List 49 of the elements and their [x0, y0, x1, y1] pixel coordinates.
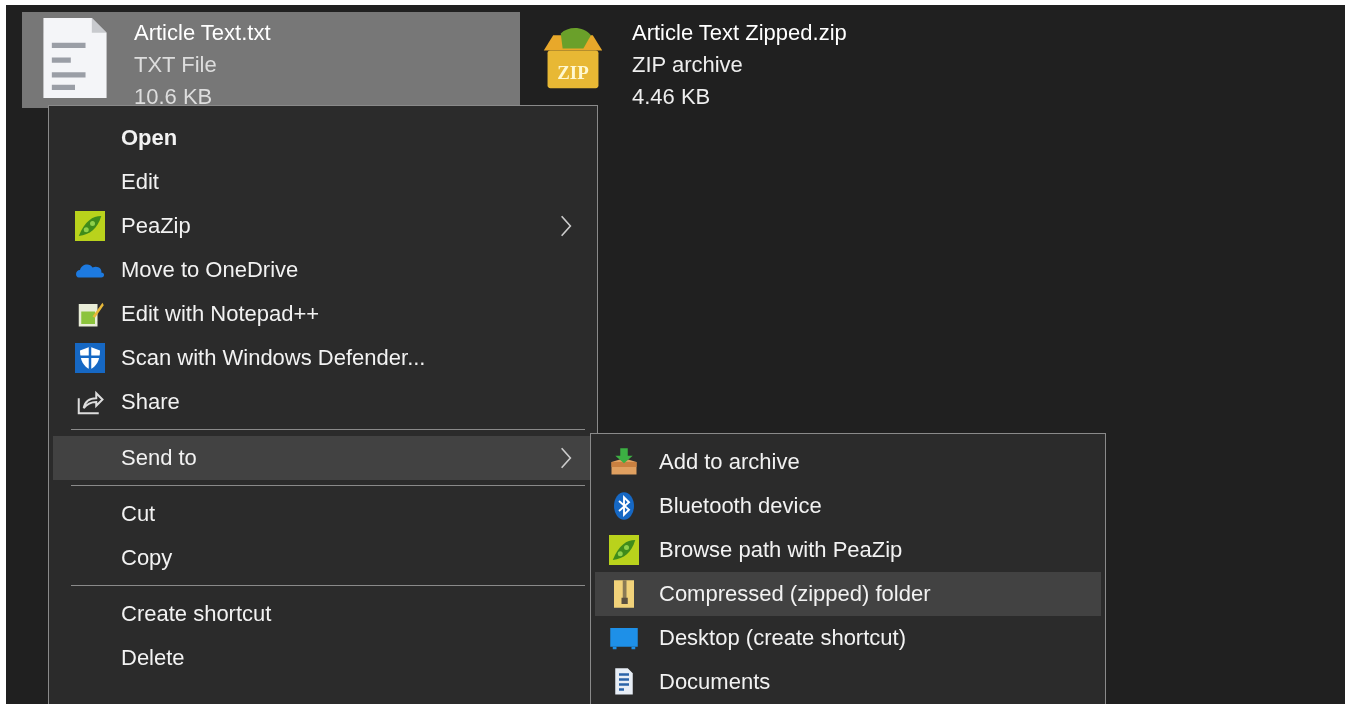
menu-item[interactable]: Browse path with PeaZip — [595, 528, 1101, 572]
file-name: Article Text Zipped.zip — [632, 19, 847, 47]
menu-item-label: Open — [121, 125, 179, 151]
menu-item-label: Delete — [121, 645, 186, 671]
menu-item-label: Compressed (zipped) folder — [659, 581, 932, 607]
menu-item-label: Scan with Windows Defender... — [121, 345, 427, 371]
menu-item[interactable]: Open — [53, 116, 593, 160]
menu-item-label: Send to — [121, 445, 198, 471]
menu-item-label: PeaZip — [121, 213, 192, 239]
menu-item[interactable]: Compressed (zipped) folder — [595, 572, 1101, 616]
menu-item[interactable]: Delete — [53, 636, 593, 680]
file-type: TXT File — [134, 51, 218, 79]
menu-item-label: Create shortcut — [121, 601, 273, 627]
menu-item[interactable]: Copy — [53, 536, 593, 580]
menu-item-label: Documents — [659, 669, 772, 695]
menu-item[interactable]: Edit with Notepad++ — [53, 292, 593, 336]
menu-item-label: Add to archive — [659, 449, 801, 475]
file-size: 10.6 KB — [134, 83, 214, 111]
file-type: ZIP archive — [632, 51, 744, 79]
menu-item-label: Move to OneDrive — [121, 257, 300, 283]
menu-item[interactable]: Edit — [53, 160, 593, 204]
file-item[interactable]: ZIP Article Text Zipped.zip ZIP archive 4.46 KB — [540, 12, 1060, 108]
file-item[interactable]: Article Text.txt TXT File 10.6 KB — [22, 12, 520, 108]
menu-item[interactable]: Documents — [595, 660, 1101, 704]
menu-item[interactable]: Scan with Windows Defender... — [53, 336, 593, 380]
menu-item[interactable]: Desktop (create shortcut) — [595, 616, 1101, 660]
menu-item-label: Copy — [121, 545, 174, 571]
menu-item[interactable]: Add to archive — [595, 440, 1101, 484]
menu-item[interactable]: Cut — [53, 492, 593, 536]
menu-item-label: Edit with Notepad++ — [121, 301, 321, 327]
menu-item-label: Browse path with PeaZip — [659, 537, 904, 563]
menu-item[interactable]: PeaZip — [53, 204, 593, 248]
file-size: 4.46 KB — [632, 83, 712, 111]
menu-item-label: Bluetooth device — [659, 493, 823, 519]
menu-item[interactable]: Share — [53, 380, 593, 424]
peapod-icon — [609, 535, 639, 565]
shield-icon — [75, 343, 105, 373]
menu-item-label: Share — [121, 389, 181, 415]
menu-item-label: Desktop (create shortcut) — [659, 625, 907, 651]
menu-item-label: Edit — [121, 169, 160, 195]
peapod-icon — [75, 211, 105, 241]
file-name: Article Text.txt — [134, 19, 271, 47]
menu-item[interactable]: Create shortcut — [53, 592, 593, 636]
text-file-icon — [42, 18, 108, 98]
menu-item[interactable]: Move to OneDrive — [53, 248, 593, 292]
archive-box-icon — [609, 447, 639, 477]
menu-item[interactable]: Bluetooth device — [595, 484, 1101, 528]
menu-item-label: Cut — [121, 501, 157, 527]
menu-item[interactable]: Send to — [53, 436, 593, 480]
